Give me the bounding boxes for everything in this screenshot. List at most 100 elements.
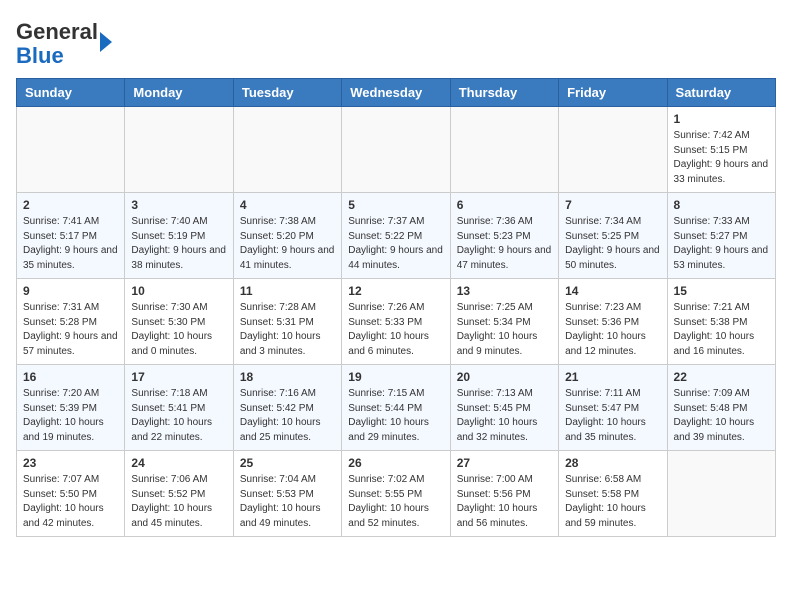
day-info: Sunrise: 7:37 AM Sunset: 5:22 PM Dayligh… [348,215,443,273]
day-number: 12 [348,284,443,298]
day-number: 19 [348,370,443,384]
calendar-cell: 16 Sunrise: 7:20 AM Sunset: 5:39 PM Dayli… [17,365,125,451]
calendar-week-2: 2Sunrise: 7:41 AM Sunset: 5:17 PM Daylig… [17,193,776,279]
day-number: 10 [131,284,226,298]
day-info: Sunrise: 7:38 AM Sunset: 5:20 PM Dayligh… [240,215,335,273]
calendar-cell: 6 Sunrise: 7:36 AM Sunset: 5:23 PM Daylig… [450,193,558,279]
calendar-cell: 18 Sunrise: 7:16 AM Sunset: 5:42 PM Dayli… [233,365,341,451]
calendar-cell: 23 Sunrise: 7:07 AM Sunset: 5:50 PM Dayli… [17,451,125,537]
calendar-cell: 9 Sunrise: 7:31 AM Sunset: 5:28 PM Daylig… [17,279,125,365]
calendar-cell: 22 Sunrise: 7:09 AM Sunset: 5:48 PM Dayli… [667,365,775,451]
day-info: Sunrise: 7:13 AM Sunset: 5:45 PM Dayligh… [457,387,552,445]
calendar-cell: 4 Sunrise: 7:38 AM Sunset: 5:20 PM Daylig… [233,193,341,279]
calendar-cell [667,451,775,537]
day-info: Sunrise: 7:07 AM Sunset: 5:50 PM Dayligh… [23,473,118,531]
calendar-week-5: 23 Sunrise: 7:07 AM Sunset: 5:50 PM Dayli… [17,451,776,537]
day-info: Sunrise: 7:36 AM Sunset: 5:23 PM Dayligh… [457,215,552,273]
day-number: 17 [131,370,226,384]
day-info: Sunrise: 7:02 AM Sunset: 5:55 PM Dayligh… [348,473,443,531]
day-info: Sunrise: 7:31 AM Sunset: 5:28 PM Dayligh… [23,301,118,359]
day-info: Sunrise: 7:25 AM Sunset: 5:34 PM Dayligh… [457,301,552,359]
day-info: Sunrise: 6:58 AM Sunset: 5:58 PM Dayligh… [565,473,660,531]
logo-icon [100,32,112,52]
day-info: Sunrise: 7:40 AM Sunset: 5:19 PM Dayligh… [131,215,226,273]
calendar-cell: 26 Sunrise: 7:02 AM Sunset: 5:55 PM Dayli… [342,451,450,537]
day-info: Sunrise: 7:28 AM Sunset: 5:31 PM Dayligh… [240,301,335,359]
day-info: Sunrise: 7:41 AM Sunset: 5:17 PM Dayligh… [23,215,118,273]
calendar-cell [17,107,125,193]
day-number: 18 [240,370,335,384]
day-number: 5 [348,198,443,212]
calendar-cell: 13 Sunrise: 7:25 AM Sunset: 5:34 PM Dayli… [450,279,558,365]
calendar-cell: 28Sunrise: 6:58 AM Sunset: 5:58 PM Dayli… [559,451,667,537]
weekday-header-sunday: Sunday [17,79,125,107]
calendar-cell [233,107,341,193]
calendar-cell [342,107,450,193]
day-number: 22 [674,370,769,384]
day-info: Sunrise: 7:16 AM Sunset: 5:42 PM Dayligh… [240,387,335,445]
calendar-cell: 3 Sunrise: 7:40 AM Sunset: 5:19 PM Daylig… [125,193,233,279]
logo-text: General Blue [16,20,98,68]
calendar-cell: 25 Sunrise: 7:04 AM Sunset: 5:53 PM Dayli… [233,451,341,537]
day-info: Sunrise: 7:04 AM Sunset: 5:53 PM Dayligh… [240,473,335,531]
logo: General Blue [16,20,112,68]
day-number: 6 [457,198,552,212]
day-info: Sunrise: 7:15 AM Sunset: 5:44 PM Dayligh… [348,387,443,445]
weekday-header-wednesday: Wednesday [342,79,450,107]
day-number: 8 [674,198,769,212]
day-number: 3 [131,198,226,212]
weekday-header-saturday: Saturday [667,79,775,107]
day-info: Sunrise: 7:00 AM Sunset: 5:56 PM Dayligh… [457,473,552,531]
day-info: Sunrise: 7:09 AM Sunset: 5:48 PM Dayligh… [674,387,769,445]
day-info: Sunrise: 7:18 AM Sunset: 5:41 PM Dayligh… [131,387,226,445]
calendar-cell: 24 Sunrise: 7:06 AM Sunset: 5:52 PM Dayli… [125,451,233,537]
day-info: Sunrise: 7:34 AM Sunset: 5:25 PM Dayligh… [565,215,660,273]
weekday-header-tuesday: Tuesday [233,79,341,107]
day-number: 27 [457,456,552,470]
day-number: 24 [131,456,226,470]
calendar-table: SundayMondayTuesdayWednesdayThursdayFrid… [16,78,776,537]
calendar-cell: 1 Sunrise: 7:42 AM Sunset: 5:15 PM Daylig… [667,107,775,193]
day-number: 15 [674,284,769,298]
logo-blue: Blue [16,43,64,68]
day-number: 13 [457,284,552,298]
calendar-cell: 17 Sunrise: 7:18 AM Sunset: 5:41 PM Dayli… [125,365,233,451]
day-info: Sunrise: 7:20 AM Sunset: 5:39 PM Dayligh… [23,387,118,445]
calendar-week-4: 16 Sunrise: 7:20 AM Sunset: 5:39 PM Dayli… [17,365,776,451]
weekday-header-monday: Monday [125,79,233,107]
calendar-cell: 19 Sunrise: 7:15 AM Sunset: 5:44 PM Dayli… [342,365,450,451]
calendar-cell: 2Sunrise: 7:41 AM Sunset: 5:17 PM Daylig… [17,193,125,279]
calendar-cell: 11 Sunrise: 7:28 AM Sunset: 5:31 PM Dayli… [233,279,341,365]
day-info: Sunrise: 7:23 AM Sunset: 5:36 PM Dayligh… [565,301,660,359]
day-info: Sunrise: 7:21 AM Sunset: 5:38 PM Dayligh… [674,301,769,359]
calendar-cell [559,107,667,193]
day-info: Sunrise: 7:11 AM Sunset: 5:47 PM Dayligh… [565,387,660,445]
logo-general: General [16,19,98,44]
day-info: Sunrise: 7:42 AM Sunset: 5:15 PM Dayligh… [674,129,769,187]
day-number: 23 [23,456,118,470]
day-number: 26 [348,456,443,470]
page-header: General Blue [16,16,776,68]
day-number: 1 [674,112,769,126]
calendar-cell: 15 Sunrise: 7:21 AM Sunset: 5:38 PM Dayli… [667,279,775,365]
day-number: 7 [565,198,660,212]
calendar-cell: 5 Sunrise: 7:37 AM Sunset: 5:22 PM Daylig… [342,193,450,279]
day-number: 16 [23,370,118,384]
calendar-cell: 27 Sunrise: 7:00 AM Sunset: 5:56 PM Dayli… [450,451,558,537]
calendar-cell: 20 Sunrise: 7:13 AM Sunset: 5:45 PM Dayli… [450,365,558,451]
weekday-header-thursday: Thursday [450,79,558,107]
day-number: 20 [457,370,552,384]
day-number: 9 [23,284,118,298]
day-number: 25 [240,456,335,470]
day-number: 14 [565,284,660,298]
day-info: Sunrise: 7:33 AM Sunset: 5:27 PM Dayligh… [674,215,769,273]
day-info: Sunrise: 7:06 AM Sunset: 5:52 PM Dayligh… [131,473,226,531]
calendar-cell: 21Sunrise: 7:11 AM Sunset: 5:47 PM Dayli… [559,365,667,451]
day-number: 4 [240,198,335,212]
day-number: 11 [240,284,335,298]
weekday-header-row: SundayMondayTuesdayWednesdayThursdayFrid… [17,79,776,107]
weekday-header-friday: Friday [559,79,667,107]
day-info: Sunrise: 7:26 AM Sunset: 5:33 PM Dayligh… [348,301,443,359]
calendar-cell: 14 Sunrise: 7:23 AM Sunset: 5:36 PM Dayli… [559,279,667,365]
day-info: Sunrise: 7:30 AM Sunset: 5:30 PM Dayligh… [131,301,226,359]
